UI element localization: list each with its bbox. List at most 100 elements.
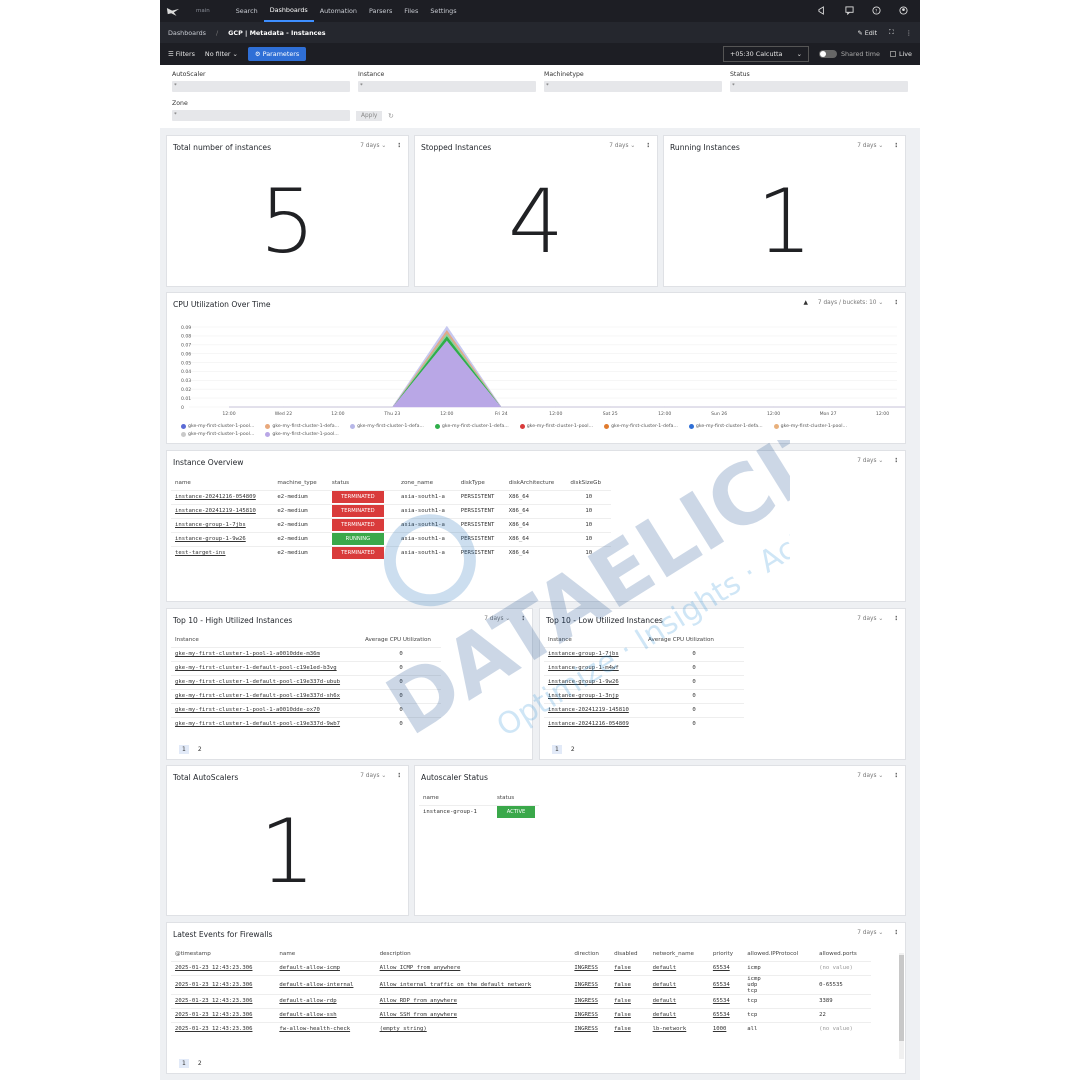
page-2-button[interactable]: 2 bbox=[195, 1059, 205, 1068]
table-row[interactable]: instance-group-1-m4wf 0 bbox=[544, 660, 744, 675]
network-name-cell[interactable]: default bbox=[648, 1007, 709, 1022]
instance-cell[interactable]: gke-my-first-cluster-1-pool-1-a0010dde-m… bbox=[171, 646, 361, 661]
page-2-button[interactable]: 2 bbox=[568, 745, 578, 754]
description-cell[interactable]: (empty string) bbox=[375, 1021, 571, 1036]
rule-name-cell[interactable]: fw-allow-health-check bbox=[275, 1021, 376, 1036]
panel-menu-icon[interactable]: ⋮ bbox=[893, 773, 899, 779]
panel-menu-icon[interactable]: ⋮ bbox=[893, 300, 899, 306]
page-2-button[interactable]: 2 bbox=[195, 745, 205, 754]
instance-cell[interactable]: instance-20241219-145810 bbox=[544, 702, 644, 717]
timestamp-cell[interactable]: 2025-01-23 12:43:23.306 bbox=[171, 960, 276, 975]
time-range-dropdown[interactable]: 7 days ⌄ bbox=[857, 773, 883, 779]
column-header[interactable]: priority bbox=[709, 948, 743, 961]
megaphone-icon[interactable] bbox=[818, 5, 827, 17]
table-row[interactable]: 2025-01-23 12:43:23.306 default-allow-rdp… bbox=[171, 993, 871, 1008]
priority-cell[interactable]: 65534 bbox=[708, 974, 744, 994]
vertical-scrollbar[interactable] bbox=[899, 953, 904, 1059]
column-header[interactable]: Instance bbox=[171, 634, 361, 647]
network-name-cell[interactable]: default bbox=[648, 993, 709, 1008]
network-name-cell[interactable]: default bbox=[648, 974, 709, 994]
nav-search[interactable]: Search bbox=[230, 0, 264, 22]
instance-name-cell[interactable]: test-target-ins bbox=[171, 545, 274, 560]
table-row[interactable]: instance-group-1-3njp 0 bbox=[544, 688, 744, 703]
column-header[interactable]: Instance bbox=[544, 634, 644, 647]
nav-files[interactable]: Files bbox=[398, 0, 424, 22]
shared-time-toggle[interactable]: Shared time bbox=[818, 50, 880, 58]
refresh-icon[interactable]: ↻ bbox=[388, 112, 394, 120]
instance-name-cell[interactable]: instance-group-1-7jbs bbox=[171, 517, 274, 532]
timestamp-cell[interactable]: 2025-01-23 12:43:23.306 bbox=[171, 974, 276, 994]
instance-cell[interactable]: gke-my-first-cluster-1-default-pool-c19e… bbox=[171, 688, 361, 703]
instance-cell[interactable]: instance-group-1-7jbs bbox=[544, 646, 644, 661]
column-header[interactable]: disabled bbox=[610, 948, 649, 961]
page-1-button[interactable]: 1 bbox=[552, 745, 562, 754]
user-avatar-icon[interactable] bbox=[899, 5, 908, 17]
column-header[interactable]: allowed.ports bbox=[815, 948, 871, 961]
description-cell[interactable]: Allow ICMP from anywhere bbox=[375, 960, 571, 975]
direction-cell[interactable]: INGRESS bbox=[570, 993, 611, 1008]
instance-cell[interactable]: gke-my-first-cluster-1-default-pool-c19e… bbox=[171, 660, 361, 675]
table-row[interactable]: gke-my-first-cluster-1-pool-1-a0010dde-m… bbox=[171, 646, 441, 661]
instance-cell[interactable]: instance-20241216-054809 bbox=[544, 716, 644, 731]
panel-menu-icon[interactable]: ⋮ bbox=[893, 143, 899, 149]
column-header[interactable]: diskType bbox=[457, 477, 505, 490]
feedback-icon[interactable] bbox=[845, 5, 854, 17]
direction-cell[interactable]: INGRESS bbox=[570, 1021, 611, 1036]
description-cell[interactable]: Allow SSH from anywhere bbox=[375, 1007, 571, 1022]
legend-item[interactable]: gke-my-first-cluster-1-defa... bbox=[434, 424, 509, 429]
nav-dashboards[interactable]: Dashboards bbox=[263, 0, 314, 22]
table-row[interactable]: instance-20241216-054809 0 bbox=[544, 716, 744, 731]
filters-button[interactable]: ☰ Filters bbox=[168, 50, 195, 58]
column-header[interactable]: direction bbox=[570, 948, 610, 961]
status-param-input[interactable]: * bbox=[730, 81, 908, 92]
table-row[interactable]: 2025-01-23 12:43:23.306 default-allow-int… bbox=[171, 974, 871, 994]
disabled-cell[interactable]: false bbox=[610, 993, 649, 1008]
table-row[interactable]: 2025-01-23 12:43:23.306 fw-allow-health-c… bbox=[171, 1021, 871, 1036]
instance-cell[interactable]: gke-my-first-cluster-1-default-pool-c19e… bbox=[171, 716, 361, 731]
table-row[interactable]: instance-group-1-9w26 e2-medium RUNNING asi… bbox=[171, 531, 611, 546]
panel-menu-icon[interactable]: ⋮ bbox=[520, 616, 526, 622]
panel-menu-icon[interactable]: ⋮ bbox=[893, 930, 899, 936]
column-header[interactable]: zone_name bbox=[397, 477, 457, 490]
priority-cell[interactable]: 1000 bbox=[708, 1021, 744, 1036]
table-row[interactable]: instance-group-1-9w26 0 bbox=[544, 674, 744, 689]
table-row[interactable]: instance-group-1-7jbs e2-medium TERMINATED… bbox=[171, 517, 611, 532]
panel-menu-icon[interactable]: ⋮ bbox=[645, 143, 651, 149]
instance-cell[interactable]: gke-my-first-cluster-1-pool-1-a0010dde-o… bbox=[171, 702, 361, 717]
time-range-dropdown[interactable]: 7 days ⌄ bbox=[360, 143, 386, 149]
repository-name[interactable]: main bbox=[196, 8, 210, 14]
network-name-cell[interactable]: default bbox=[648, 960, 709, 975]
nav-parsers[interactable]: Parsers bbox=[363, 0, 398, 22]
firewall-table-scroll[interactable]: @timestamp name description direction disabl… bbox=[171, 948, 899, 1053]
time-range-dropdown[interactable]: 7 days ⌄ bbox=[857, 458, 883, 464]
legend-item[interactable]: gke-my-first-cluster-1-pool... bbox=[265, 432, 339, 437]
column-header[interactable]: Average CPU Utilization bbox=[644, 634, 744, 647]
panel-menu-icon[interactable]: ⋮ bbox=[396, 773, 402, 779]
table-row[interactable]: 2025-01-23 12:43:23.306 default-allow-ssh… bbox=[171, 1007, 871, 1022]
legend-item[interactable]: gke-my-first-cluster-1-defa... bbox=[265, 424, 339, 429]
column-header[interactable]: description bbox=[376, 948, 571, 961]
page-1-button[interactable]: 1 bbox=[179, 1059, 189, 1068]
table-row[interactable]: instance-group-1 ACTIVE bbox=[419, 804, 539, 819]
disabled-cell[interactable]: false bbox=[610, 960, 649, 975]
fullscreen-icon[interactable]: ⛶ bbox=[889, 28, 893, 37]
time-range-dropdown[interactable]: 7 days / buckets: 10 ⌄ bbox=[818, 300, 883, 306]
falcon-logo-icon[interactable] bbox=[166, 5, 182, 17]
table-row[interactable]: gke-my-first-cluster-1-default-pool-c19e… bbox=[171, 716, 441, 731]
description-cell[interactable]: Allow RDP from anywhere bbox=[375, 993, 571, 1008]
more-options-icon[interactable]: ⋮ bbox=[906, 29, 912, 37]
legend-item[interactable]: gke-my-first-cluster-1-pool... bbox=[773, 424, 847, 429]
table-row[interactable]: gke-my-first-cluster-1-pool-1-a0010dde-o… bbox=[171, 702, 441, 717]
rule-name-cell[interactable]: default-allow-ssh bbox=[275, 1007, 376, 1022]
zone-param-input[interactable]: * bbox=[172, 110, 350, 121]
edit-button[interactable]: ✎ Edit bbox=[857, 29, 877, 37]
instance-name-cell[interactable]: instance-20241216-054809 bbox=[171, 489, 274, 504]
legend-item[interactable]: gke-my-first-cluster-1-pool... bbox=[181, 424, 254, 429]
table-row[interactable]: instance-20241216-054809 e2-medium TERMINA… bbox=[171, 489, 611, 504]
column-header[interactable]: network_name bbox=[649, 948, 709, 961]
legend-item[interactable]: gke-my-first-cluster-1-defa... bbox=[350, 424, 424, 429]
time-range-dropdown[interactable]: 7 days ⌄ bbox=[484, 616, 510, 622]
timezone-select[interactable]: +05:30 Calcutta ⌄ bbox=[722, 46, 809, 62]
rule-name-cell[interactable]: default-allow-internal bbox=[275, 974, 376, 994]
column-header[interactable]: name bbox=[171, 477, 273, 490]
